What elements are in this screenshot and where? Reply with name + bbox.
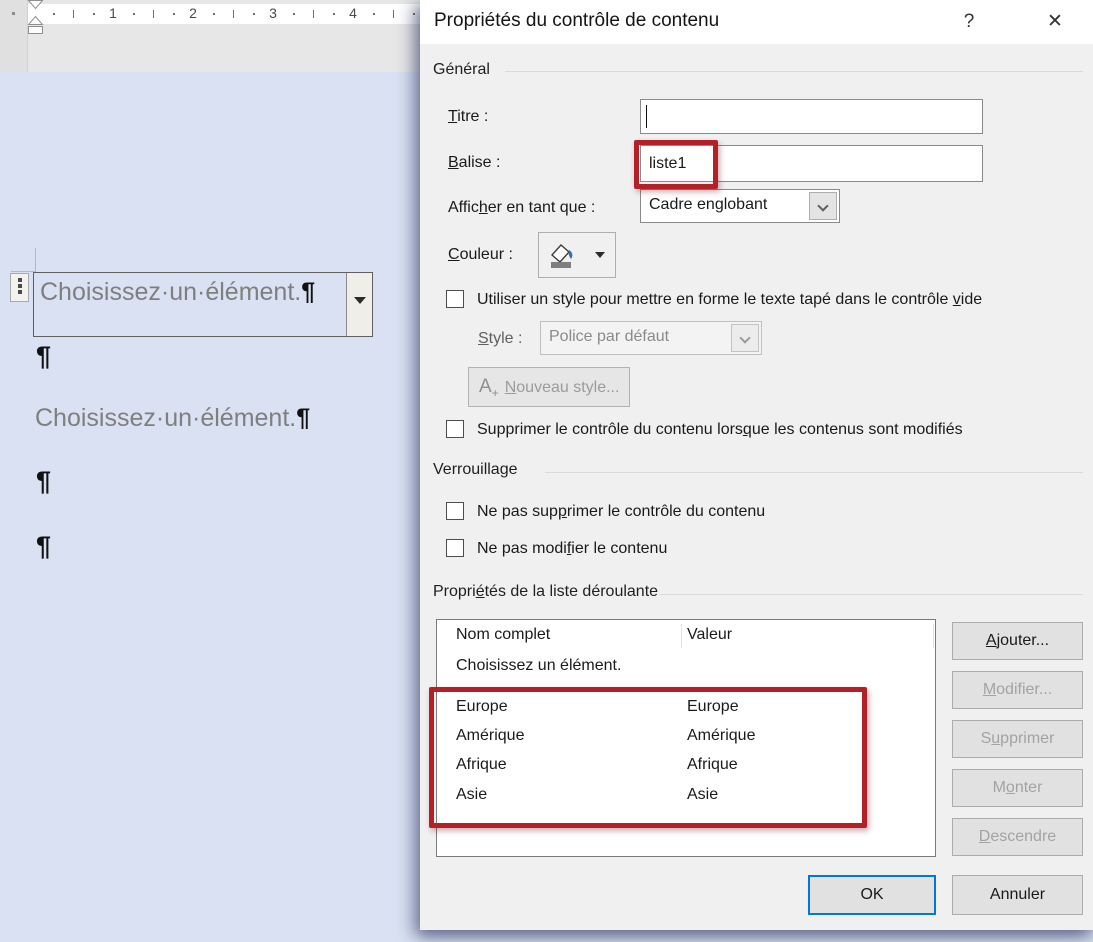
annotation-box-balise <box>634 140 718 189</box>
ruler-number: 1 <box>103 5 123 21</box>
annuler-button[interactable]: Annuler <box>952 875 1083 915</box>
text-boundary-mark <box>35 248 36 272</box>
content-control-properties-dialog: Propriétés du contrôle de contenu ? ✕ Gé… <box>420 0 1093 930</box>
titre-input[interactable] <box>640 99 983 134</box>
no-edit-checkbox[interactable] <box>446 539 464 557</box>
combo-dropdown-button <box>731 324 759 352</box>
modifier-button: Modifier... <box>952 671 1083 709</box>
group-heading-liste: Propriétés de la liste déroulante <box>433 583 658 601</box>
word-window: 1 2 3 4 Choisissez·un·élément.¶ ¶ Choisi… <box>0 0 1093 942</box>
ajouter-button[interactable]: Ajouter... <box>952 622 1083 660</box>
ruler-number: 3 <box>263 5 283 21</box>
ruler: 1 2 3 4 <box>28 4 420 24</box>
ruler-band: 1 2 3 4 <box>0 0 420 72</box>
style-label: Style : <box>478 330 522 348</box>
no-edit-label: Ne pas modifier le contenu <box>477 540 667 558</box>
ok-button[interactable]: OK <box>808 875 936 915</box>
content-control-text: Choisissez·un·élément.¶ <box>40 278 315 307</box>
pilcrow-mark: ¶ <box>296 404 310 432</box>
chevron-down-icon <box>817 200 828 211</box>
style-combobox[interactable]: Police par défaut <box>540 321 762 355</box>
group-line <box>505 71 1083 72</box>
column-header-valeur[interactable]: Valeur <box>687 626 732 644</box>
caret-down-icon <box>595 252 605 258</box>
close-icon[interactable]: ✕ <box>1038 8 1072 36</box>
monter-button: Monter <box>952 769 1083 807</box>
remove-control-checkbox[interactable] <box>446 420 464 438</box>
use-style-checkbox[interactable] <box>446 290 464 308</box>
no-delete-checkbox[interactable] <box>446 502 464 520</box>
descendre-button: Descendre <box>952 818 1083 856</box>
ruler-corner <box>0 0 28 72</box>
table-row[interactable]: Choisissez un élément. <box>437 655 935 682</box>
column-header-nom-complet[interactable]: Nom complet <box>456 626 550 644</box>
group-heading-verrouillage: Verrouillage <box>433 461 518 479</box>
no-delete-label: Ne pas supprimer le contrôle du contenu <box>477 503 765 521</box>
couleur-button[interactable] <box>538 232 616 278</box>
chevron-down-icon <box>739 332 750 343</box>
annotation-box-list-entries <box>429 687 867 828</box>
paragraph-mark: ¶ <box>36 466 51 497</box>
dropdown-content-control[interactable]: Choisissez·un·élément.¶ <box>33 272 373 337</box>
remove-control-label: Supprimer le contrôle du contenu lorsque… <box>477 421 963 439</box>
caret-down-icon <box>354 297 366 304</box>
paragraph-mark: ¶ <box>36 531 51 562</box>
dialog-titlebar: Propriétés du contrôle de contenu ? ✕ <box>420 0 1093 44</box>
shading-bucket-icon <box>548 241 576 269</box>
help-icon[interactable]: ? <box>952 8 986 36</box>
ruler-number: 2 <box>183 5 203 21</box>
group-line <box>545 472 1083 473</box>
supprimer-button: Supprimer <box>952 720 1083 758</box>
ruler-number: 4 <box>343 5 363 21</box>
use-style-label: Utiliser un style pour mettre en forme l… <box>477 291 982 309</box>
paragraph-mark: ¶ <box>36 341 51 372</box>
pilcrow-mark: ¶ <box>301 278 315 306</box>
afficher-combobox[interactable]: Cadre englobant <box>640 189 840 223</box>
group-heading-general: Général <box>433 61 490 79</box>
dialog-title: Propriétés du contrôle de contenu <box>434 10 719 32</box>
titre-label: Titre : <box>448 108 488 126</box>
new-style-icon: A+ <box>479 376 499 397</box>
column-separator <box>681 624 682 648</box>
nouveau-style-button: A+Nouveau style... <box>468 367 630 407</box>
text-caret <box>646 105 647 128</box>
content-control-dropdown-button[interactable] <box>346 273 372 336</box>
indent-markers-icon[interactable] <box>27 0 45 36</box>
group-line <box>660 594 1083 595</box>
text-boundary-mark <box>11 271 35 272</box>
afficher-label: Afficher en tant que : <box>448 199 595 217</box>
column-separator <box>933 624 934 648</box>
combo-dropdown-button[interactable] <box>809 192 837 220</box>
content-control-handle[interactable] <box>10 273 29 302</box>
document-text-line: Choisissez·un·élément.¶ <box>35 404 310 433</box>
couleur-label: Couleur : <box>448 246 513 264</box>
balise-label: Balise : <box>448 154 500 172</box>
